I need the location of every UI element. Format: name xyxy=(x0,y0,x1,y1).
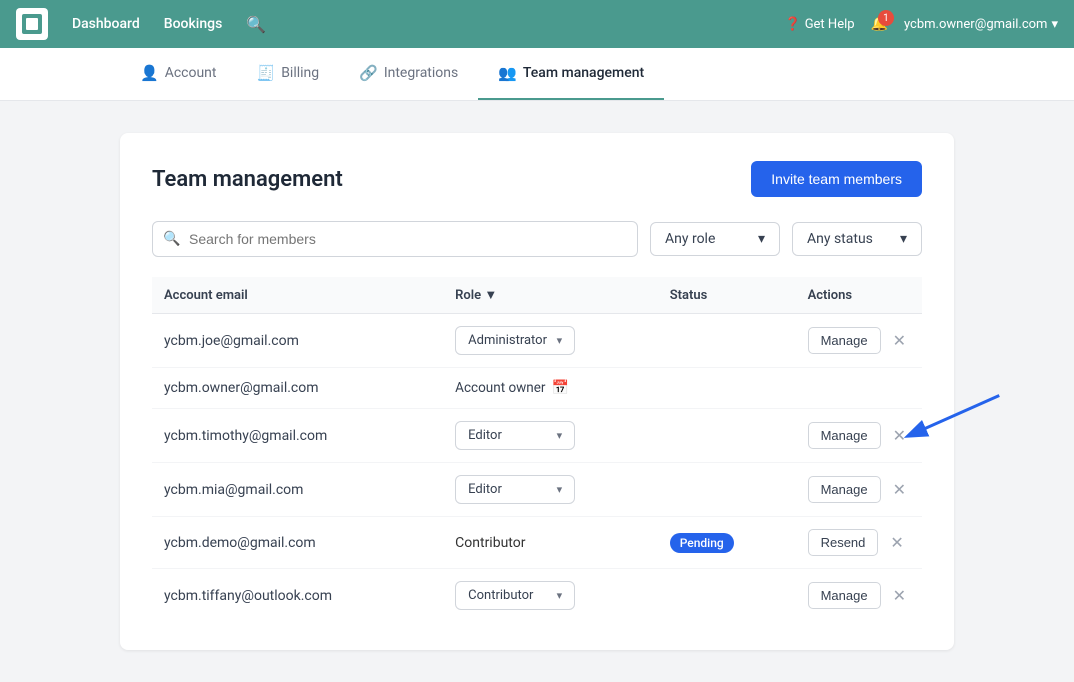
table-row: ycbm.owner@gmail.com Account owner📅 xyxy=(152,368,922,409)
manage-button[interactable]: Manage xyxy=(808,422,881,449)
role-filter[interactable]: Any role ▾ xyxy=(650,222,780,256)
member-email: ycbm.timothy@gmail.com xyxy=(152,409,443,463)
logo-inner xyxy=(22,14,42,34)
tab-account[interactable]: 👤 Account xyxy=(120,48,237,100)
search-icon[interactable]: 🔍 xyxy=(246,15,266,34)
search-icon: 🔍 xyxy=(163,231,180,247)
nav-left: Dashboard Bookings 🔍 xyxy=(16,8,266,40)
member-status xyxy=(658,368,796,409)
chevron-down-icon: ▾ xyxy=(900,231,907,247)
sub-navigation: 👤 Account 🧾 Billing 🔗 Integrations 👥 Tea… xyxy=(0,48,1074,101)
billing-icon: 🧾 xyxy=(257,64,276,82)
chevron-down-icon: ▾ xyxy=(557,589,563,602)
member-email: ycbm.mia@gmail.com xyxy=(152,463,443,517)
member-status xyxy=(658,569,796,623)
role-dropdown[interactable]: Contributor▾ xyxy=(455,581,575,610)
notification-badge: 1 xyxy=(878,10,894,26)
member-role[interactable]: Administrator▾ xyxy=(443,314,658,368)
table-container: Account email Role ▼ Status Actions ycbm… xyxy=(152,277,922,622)
user-menu[interactable]: ycbm.owner@gmail.com ▾ xyxy=(904,17,1058,32)
member-email: ycbm.owner@gmail.com xyxy=(152,368,443,409)
filters-row: 🔍 Any role ▾ Any status ▾ xyxy=(152,221,922,257)
member-actions: Resend ✕ xyxy=(796,517,922,569)
manage-button[interactable]: Manage xyxy=(808,582,881,609)
member-actions xyxy=(796,368,922,409)
team-header: Team management Invite team members xyxy=(152,161,922,197)
member-email: ycbm.tiffany@outlook.com xyxy=(152,569,443,623)
tab-billing[interactable]: 🧾 Billing xyxy=(237,48,340,100)
status-badge: Pending xyxy=(670,533,734,553)
page-title: Team management xyxy=(152,167,343,192)
role-dropdown[interactable]: Administrator▾ xyxy=(455,326,575,355)
tab-team-management[interactable]: 👥 Team management xyxy=(478,48,664,100)
member-role[interactable]: Editor▾ xyxy=(443,463,658,517)
status-filter[interactable]: Any status ▾ xyxy=(792,222,922,256)
col-actions: Actions xyxy=(796,277,922,314)
col-role: Role ▼ xyxy=(443,277,658,314)
member-status: Pending xyxy=(658,517,796,569)
team-icon: 👥 xyxy=(498,64,517,82)
member-status xyxy=(658,314,796,368)
members-table: Account email Role ▼ Status Actions ycbm… xyxy=(152,277,922,622)
account-icon: 👤 xyxy=(140,64,159,82)
member-status xyxy=(658,463,796,517)
nav-dashboard[interactable]: Dashboard xyxy=(72,16,140,32)
chevron-down-icon: ▾ xyxy=(557,429,563,442)
search-input[interactable] xyxy=(152,221,638,257)
manage-button[interactable]: Manage xyxy=(808,476,881,503)
remove-member-button[interactable]: ✕ xyxy=(886,531,907,555)
remove-member-button[interactable]: ✕ xyxy=(889,584,910,608)
table-row: ycbm.tiffany@outlook.com Contributor▾ Mana… xyxy=(152,569,922,623)
table-row: ycbm.timothy@gmail.com Editor▾ Manage ✕ xyxy=(152,409,922,463)
table-row: ycbm.joe@gmail.com Administrator▾ Manage ✕ xyxy=(152,314,922,368)
integrations-icon: 🔗 xyxy=(359,64,378,82)
nav-right: ❓ Get Help 🔔 1 ycbm.owner@gmail.com ▾ xyxy=(785,16,1059,32)
member-status xyxy=(658,409,796,463)
logo[interactable] xyxy=(16,8,48,40)
table-header: Account email Role ▼ Status Actions xyxy=(152,277,922,314)
member-email: ycbm.joe@gmail.com xyxy=(152,314,443,368)
main-content: Team management Invite team members 🔍 An… xyxy=(0,101,1074,682)
help-button[interactable]: ❓ Get Help xyxy=(785,17,855,32)
col-email: Account email xyxy=(152,277,443,314)
calendar-icon: 📅 xyxy=(552,380,569,396)
chevron-down-icon: ▾ xyxy=(1051,17,1058,32)
remove-member-button[interactable]: ✕ xyxy=(889,478,910,502)
tab-integrations[interactable]: 🔗 Integrations xyxy=(339,48,478,100)
members-list: ycbm.joe@gmail.comAdministrator▾Manage✕y… xyxy=(152,314,922,623)
member-actions: Manage ✕ xyxy=(796,463,922,517)
member-role: Account owner📅 xyxy=(443,368,658,409)
member-email: ycbm.demo@gmail.com xyxy=(152,517,443,569)
chevron-down-icon: ▾ xyxy=(557,483,563,496)
help-icon: ❓ xyxy=(785,17,801,32)
manage-button[interactable]: Manage xyxy=(808,327,881,354)
remove-member-button[interactable]: ✕ xyxy=(889,329,910,353)
member-role: Contributor xyxy=(443,517,658,569)
nav-bookings[interactable]: Bookings xyxy=(164,16,223,32)
role-dropdown[interactable]: Editor▾ xyxy=(455,475,575,504)
col-status: Status xyxy=(658,277,796,314)
top-navigation: Dashboard Bookings 🔍 ❓ Get Help 🔔 1 ycbm… xyxy=(0,0,1074,48)
resend-button[interactable]: Resend xyxy=(808,529,879,556)
chevron-down-icon: ▾ xyxy=(758,231,765,247)
member-actions: Manage ✕ xyxy=(796,409,922,463)
member-actions: Manage ✕ xyxy=(796,569,922,623)
notifications-button[interactable]: 🔔 1 xyxy=(871,16,888,32)
table-row: ycbm.demo@gmail.comContributor Pending Res… xyxy=(152,517,922,569)
role-dropdown[interactable]: Editor▾ xyxy=(455,421,575,450)
team-management-card: Team management Invite team members 🔍 An… xyxy=(120,133,954,650)
table-row: ycbm.mia@gmail.com Editor▾ Manage ✕ xyxy=(152,463,922,517)
member-role[interactable]: Editor▾ xyxy=(443,409,658,463)
remove-member-button[interactable]: ✕ xyxy=(889,424,910,448)
search-wrapper: 🔍 xyxy=(152,221,638,257)
account-owner-label: Account owner📅 xyxy=(455,380,646,396)
invite-team-members-button[interactable]: Invite team members xyxy=(751,161,922,197)
member-role[interactable]: Contributor▾ xyxy=(443,569,658,623)
chevron-down-icon: ▾ xyxy=(557,334,563,347)
member-actions: Manage ✕ xyxy=(796,314,922,368)
